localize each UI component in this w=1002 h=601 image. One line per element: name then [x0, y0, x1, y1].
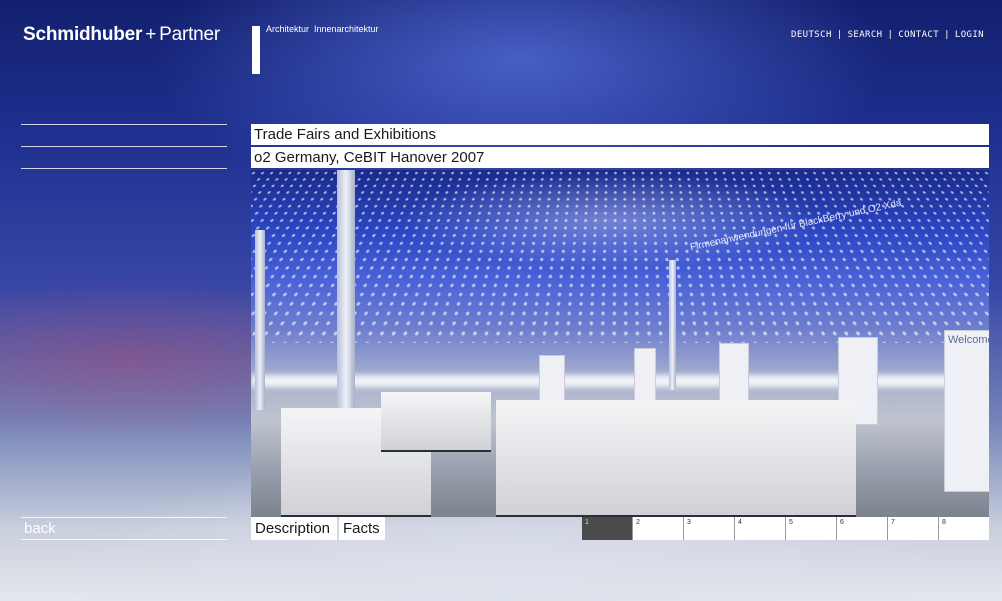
logo-plus: + [145, 24, 157, 45]
logo-partner: Partner [159, 24, 221, 45]
photo-counter [381, 392, 491, 452]
header-subtitle: Architektur Innenarchitektur [266, 24, 384, 34]
category-title: Trade Fairs and Exhibitions [251, 124, 989, 145]
subtitle-innenarchitektur: Innenarchitektur [314, 24, 379, 34]
photo-counter [496, 400, 856, 517]
tab-facts[interactable]: Facts [339, 517, 385, 540]
sidebar-divider [21, 168, 227, 169]
sidebar-divider [21, 146, 227, 147]
photo-led-ceiling [251, 170, 989, 344]
page-button-6[interactable]: 6 [836, 517, 887, 540]
page-button-8[interactable]: 8 [938, 517, 989, 540]
photo-info-panel [634, 348, 656, 408]
top-navigation: DEUTSCH | SEARCH | CONTACT | LOGIN [791, 30, 984, 40]
sidebar-divider [21, 124, 227, 125]
page-button-4[interactable]: 4 [734, 517, 785, 540]
photo-light-strip [251, 375, 989, 387]
photo-column [337, 170, 355, 415]
nav-separator: | [887, 30, 894, 40]
page-button-5[interactable]: 5 [785, 517, 836, 540]
page-button-7[interactable]: 7 [887, 517, 938, 540]
nav-separator: | [836, 30, 843, 40]
nav-login[interactable]: LOGIN [955, 30, 984, 40]
back-link[interactable]: back [21, 517, 227, 540]
project-photo: Firmenanwendungen für BlackBerry und O2 … [251, 170, 989, 517]
photo-welcome-panel [944, 330, 989, 492]
nav-contact[interactable]: CONTACT [898, 30, 939, 40]
photo-column [669, 260, 676, 390]
nav-deutsch[interactable]: DEUTSCH [791, 30, 832, 40]
nav-separator: | [944, 30, 950, 40]
header-divider-bar [252, 26, 260, 74]
page-button-3[interactable]: 3 [683, 517, 734, 540]
subtitle-architektur: Architektur [266, 24, 310, 34]
image-pager: 1 2 3 4 5 6 7 8 [582, 517, 989, 540]
logo-brand-bold: Schmidhuber [23, 24, 143, 45]
tab-description[interactable]: Description [251, 517, 337, 540]
photo-welcome-text: Welcome [948, 334, 989, 346]
project-title: o2 Germany, CeBIT Hanover 2007 [251, 147, 989, 168]
photo-column [255, 230, 265, 410]
page-button-1[interactable]: 1 [582, 517, 632, 540]
page-button-2[interactable]: 2 [632, 517, 683, 540]
logo[interactable]: Schmidhuber + Partner [23, 24, 220, 46]
nav-search[interactable]: SEARCH [848, 30, 883, 40]
